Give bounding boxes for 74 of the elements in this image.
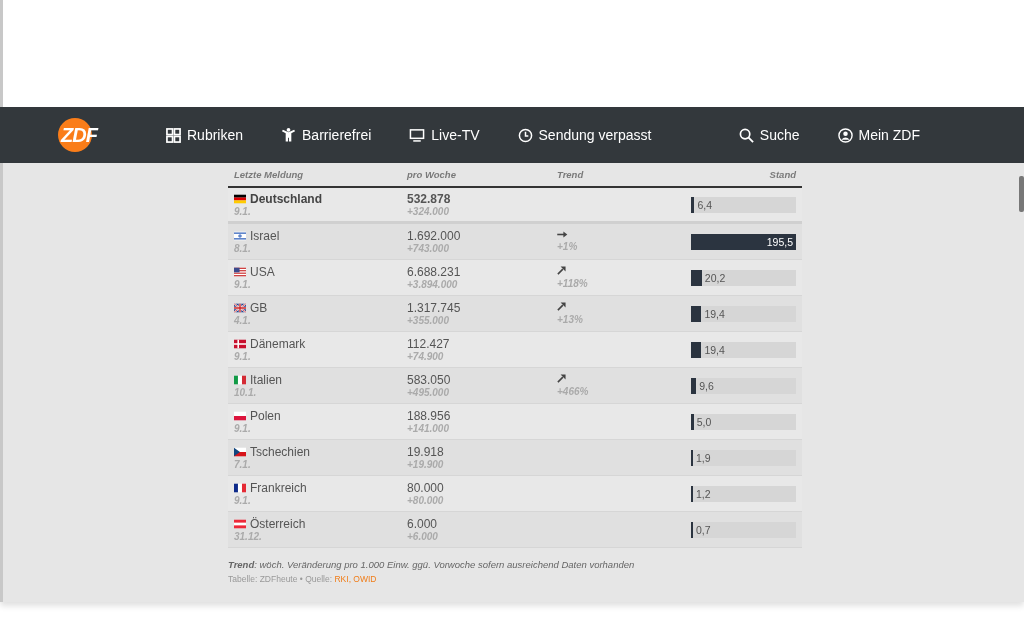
column-header: Stand — [768, 169, 797, 180]
weekly-change: +324.000 — [407, 206, 450, 217]
bar-value: 19,4 — [703, 343, 725, 356]
clock-icon — [517, 127, 533, 143]
weekly-cases: 112.427 — [407, 337, 451, 351]
weekly-cases: 188.956 — [407, 409, 452, 423]
report-date: 9.1. — [234, 279, 252, 290]
bar-value: 20,2 — [703, 271, 726, 284]
flag-icon — [234, 231, 246, 241]
nav-link[interactable]: Live-TV — [409, 127, 480, 143]
weekly-cases: 6.688.231 — [407, 265, 462, 279]
weekly-cases: 583.050 — [407, 373, 452, 387]
right-arrow-icon — [557, 231, 568, 238]
report-date: 9.1. — [234, 423, 252, 434]
monitor-icon — [409, 127, 426, 143]
weekly-cases: 80.000 — [407, 481, 445, 495]
flag-icon — [234, 519, 246, 529]
country-name: Israel — [250, 229, 280, 243]
up-right-arrow-icon — [557, 266, 566, 275]
flag-icon — [234, 375, 246, 385]
country-name: Tschechien — [250, 445, 311, 459]
accessibility-icon — [281, 127, 297, 143]
bar-value: 6,4 — [696, 198, 713, 211]
search-icon — [738, 127, 754, 143]
flag-icon — [234, 447, 246, 457]
column-header: pro Woche — [406, 169, 457, 180]
weekly-change: +3.894.000 — [407, 279, 459, 290]
column-header: Trend — [556, 169, 585, 180]
bar-value: 1,2 — [695, 487, 711, 500]
flag-icon — [234, 194, 246, 204]
report-date: 9.1. — [234, 206, 252, 217]
nav-link[interactable]: Sendung verpasst — [517, 127, 652, 143]
weekly-change: +80.000 — [407, 495, 445, 506]
user-icon — [837, 127, 853, 143]
weekly-change: +141.000 — [407, 423, 450, 434]
country-name: Deutschland — [250, 192, 322, 206]
trend-percent: +118% — [557, 278, 589, 289]
flag-icon — [234, 303, 246, 313]
nav-link[interactable]: Mein ZDF — [837, 127, 920, 143]
weekly-cases: 19.918 — [407, 445, 445, 459]
bar-value: 1,9 — [695, 451, 711, 464]
flag-icon — [234, 267, 246, 277]
report-date: 9.1. — [234, 495, 252, 506]
bar-value: 0,7 — [695, 523, 711, 536]
country-name: Italien — [250, 373, 283, 387]
column-header: Letzte Meldung — [233, 169, 305, 180]
country-name: Österreich — [250, 517, 306, 531]
flag-icon — [234, 411, 246, 421]
country-name: Frankreich — [250, 481, 307, 495]
weekly-cases: 1.317.745 — [407, 301, 462, 315]
source-text: Tabelle: ZDFheute • Quelle: — [228, 574, 333, 584]
weekly-cases: 6.000 — [407, 517, 439, 531]
weekly-cases: 1.692.000 — [407, 229, 462, 243]
country-name: Dänemark — [250, 337, 306, 351]
up-right-arrow-icon — [557, 302, 566, 311]
country-name: Polen — [250, 409, 281, 423]
report-date: 9.1. — [234, 351, 252, 362]
bar-value: 9,6 — [698, 379, 714, 392]
flag-icon — [234, 339, 246, 349]
footnote: Trend: wöch. Veränderung pro 1.000 Einw. ggü. Vorwoche sofern ausreichend Daten vorhanden — [228, 559, 635, 570]
bar-value: 19,4 — [703, 307, 725, 320]
weekly-change: +74.900 — [407, 351, 445, 362]
bar-value: 5,0 — [695, 415, 712, 428]
country-name: USA — [250, 265, 275, 279]
weekly-cases: 532.878 — [407, 192, 452, 206]
grid-icon — [166, 127, 181, 143]
bar-value: 195,5 — [766, 235, 793, 248]
country-name: GB — [250, 301, 268, 315]
nav-link[interactable]: Barrierefrei — [281, 127, 372, 143]
flag-icon — [234, 483, 246, 493]
scrollbar-thumb[interactable] — [1019, 176, 1024, 212]
nav-link[interactable]: Rubriken — [166, 127, 244, 143]
up-right-arrow-icon — [557, 374, 566, 383]
nav-link[interactable]: Suche — [738, 127, 800, 143]
